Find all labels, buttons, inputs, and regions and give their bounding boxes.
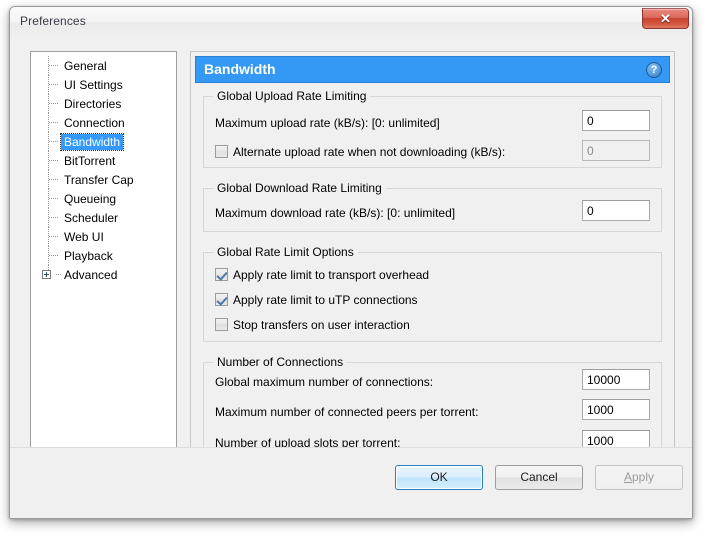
tree-line-horizontal [49,179,58,180]
max-peers-per-torrent-input[interactable] [582,399,650,420]
alternate-upload-rate-input[interactable] [582,140,650,161]
apply-label-rest: pply [632,470,655,484]
checkbox-label: Apply rate limit to uTP connections [233,293,418,307]
settings-tree[interactable]: General UI Settings Directories Connecti… [30,51,177,473]
sidebar-item-directories[interactable]: Directories [31,94,176,113]
preferences-window: Preferences ✕ General UI Settings Direct… [9,6,693,519]
tree-line-horizontal [49,255,58,256]
window-title: Preferences [20,14,86,28]
sidebar-item-general[interactable]: General [31,56,176,75]
ok-button[interactable]: OK [395,465,483,490]
checkbox-box [215,318,228,331]
global-max-connections-label: Global maximum number of connections: [215,375,434,389]
checkbox-box [215,293,228,306]
group-title: Global Rate Limit Options [213,245,358,259]
sidebar-item-label: General [64,58,107,73]
tree-line-horizontal [49,103,58,104]
sidebar-item-label: Bandwidth [59,132,125,151]
tree-line-horizontal [49,236,58,237]
max-upload-rate-input[interactable] [582,110,650,131]
checkbox-box [215,145,228,158]
group-global-download-rate-limiting: Global Download Rate Limiting Maximum do… [203,181,662,232]
dialog-client-area: General UI Settings Directories Connecti… [10,37,692,518]
title-bar: Preferences ✕ [10,7,692,37]
apply-rate-limit-utp-checkbox[interactable]: Apply rate limit to uTP connections [215,293,418,307]
checkbox-label: Apply rate limit to transport overhead [233,268,430,282]
tree-line-horizontal [49,141,58,142]
sidebar-item-label: Scheduler [64,210,119,225]
sidebar-item-label: Directories [64,96,122,111]
apply-rate-limit-transport-overhead-checkbox[interactable]: Apply rate limit to transport overhead [215,268,429,282]
checkbox-label: Alternate upload rate when not downloadi… [233,145,506,159]
sidebar-item-advanced[interactable]: Advanced [31,265,176,284]
global-max-connections-input[interactable] [582,369,650,390]
group-title: Number of Connections [213,355,348,369]
sidebar-item-bandwidth[interactable]: Bandwidth [31,132,176,151]
sidebar-item-web-ui[interactable]: Web UI [31,227,176,246]
dialog-footer: OK Cancel Apply [10,447,692,518]
max-upload-rate-label: Maximum upload rate (kB/s): [0: unlimite… [215,116,440,130]
alternate-upload-rate-checkbox[interactable]: Alternate upload rate when not downloadi… [215,145,505,159]
sidebar-item-label: Playback [64,248,113,263]
sidebar-item-connection[interactable]: Connection [31,113,176,132]
checkbox-box [215,268,228,281]
tree-line-horizontal [49,217,58,218]
sidebar-item-label: UI Settings [64,77,123,92]
help-icon[interactable]: ? [646,62,662,78]
expand-plus-icon[interactable] [42,270,51,279]
page-header-bar: Bandwidth ? [195,56,670,83]
sidebar-item-transfer-cap[interactable]: Transfer Cap [31,170,176,189]
tree-line-horizontal [49,198,58,199]
tree-line-horizontal [56,274,61,275]
checkbox-label: Stop transfers on user interaction [233,318,410,332]
stop-transfers-user-interaction-checkbox[interactable]: Stop transfers on user interaction [215,318,410,332]
group-title: Global Download Rate Limiting [213,181,386,195]
group-global-upload-rate-limiting: Global Upload Rate Limiting Maximum uplo… [203,89,662,168]
sidebar-item-bittorrent[interactable]: BitTorrent [31,151,176,170]
close-button[interactable]: ✕ [642,8,689,29]
group-global-rate-limit-options: Global Rate Limit Options Apply rate lim… [203,245,662,342]
sidebar-item-label: BitTorrent [64,153,116,168]
close-icon: ✕ [660,11,671,26]
sidebar-item-playback[interactable]: Playback [31,246,176,265]
max-download-rate-label: Maximum download rate (kB/s): [0: unlimi… [215,206,456,220]
sidebar-item-queueing[interactable]: Queueing [31,189,176,208]
tree-line-horizontal [49,160,58,161]
apply-accel-letter: A [623,470,632,484]
cancel-button[interactable]: Cancel [495,465,583,490]
max-peers-per-torrent-label: Maximum number of connected peers per to… [215,405,479,419]
sidebar-item-ui-settings[interactable]: UI Settings [31,75,176,94]
tree-line-horizontal [49,84,58,85]
sidebar-item-label: Advanced [64,267,118,282]
settings-content-panel: Bandwidth ? Global Upload Rate Limiting … [190,51,675,473]
sidebar-item-label: Connection [64,115,125,130]
tree-line-horizontal [49,122,58,123]
sidebar-item-label: Web UI [64,229,104,244]
group-title: Global Upload Rate Limiting [213,89,371,103]
sidebar-item-label: Transfer Cap [64,172,134,187]
help-icon-glyph: ? [650,64,658,76]
sidebar-item-label: Queueing [64,191,117,206]
page-title: Bandwidth [204,61,276,77]
sidebar-item-scheduler[interactable]: Scheduler [31,208,176,227]
max-download-rate-input[interactable] [582,200,650,221]
tree-line-horizontal [49,65,58,66]
apply-button[interactable]: Apply [595,465,683,490]
